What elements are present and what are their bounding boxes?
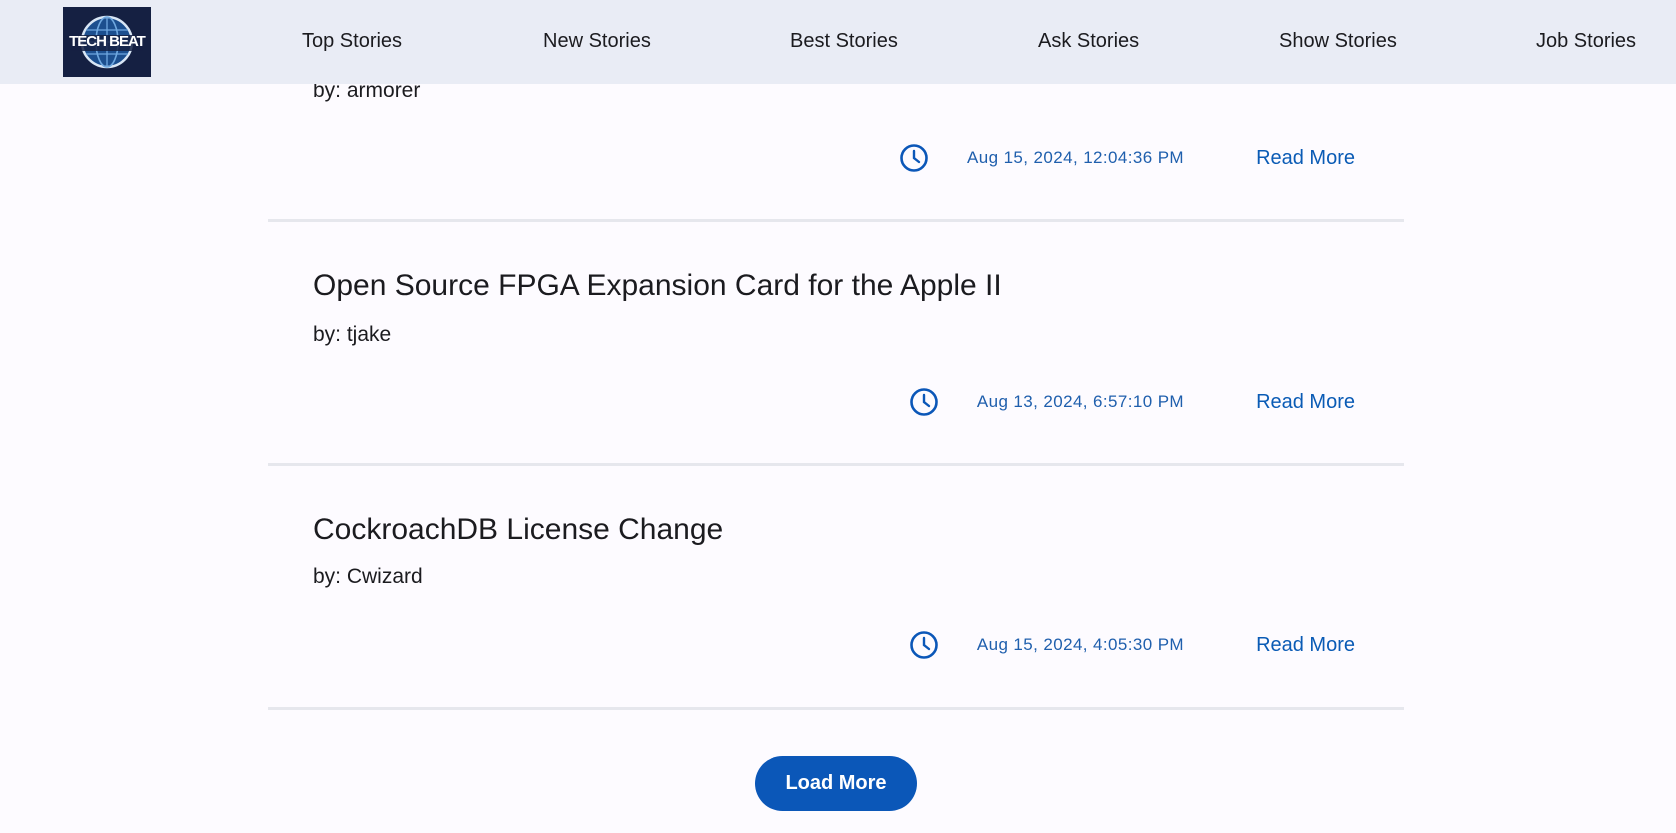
- story-timestamp: Aug 15, 2024, 12:04:36 PM: [967, 148, 1184, 167]
- story-title[interactable]: Open Source FPGA Expansion Card for the …: [313, 267, 1002, 305]
- clock-icon: [910, 631, 938, 659]
- nav-show-stories[interactable]: Show Stories: [1279, 27, 1397, 55]
- story-meta: Aug 15, 2024, 4:05:30 PM Read More: [904, 628, 1404, 662]
- story-card: CockroachDB License Change by: Cwizard A…: [268, 466, 1404, 708]
- story-meta: Aug 15, 2024, 12:04:36 PM Read More: [900, 141, 1404, 175]
- story-title[interactable]: CockroachDB License Change: [313, 511, 723, 549]
- story-author: by: Cwizard: [313, 565, 423, 588]
- nav-job-stories[interactable]: Job Stories: [1536, 27, 1636, 55]
- nav-top-stories[interactable]: Top Stories: [302, 27, 402, 55]
- top-navbar: TECH BEAT Top Stories New Stories Best S…: [0, 0, 1676, 84]
- story-timestamp: Aug 13, 2024, 6:57:10 PM: [976, 392, 1184, 411]
- nav-new-stories[interactable]: New Stories: [543, 27, 651, 55]
- logo-text: TECH BEAT: [69, 33, 146, 50]
- story-feed: by: armorer Aug 15, 2024, 12:04:36 PM Re…: [0, 0, 1676, 833]
- nav-best-stories[interactable]: Best Stories: [790, 27, 898, 55]
- logo[interactable]: TECH BEAT: [63, 7, 151, 77]
- story-card: Open Source FPGA Expansion Card for the …: [268, 222, 1404, 464]
- read-more-link[interactable]: Read More: [1256, 388, 1355, 416]
- story-divider: [268, 707, 1404, 710]
- clock-icon: [910, 388, 938, 416]
- load-more-button[interactable]: Load More: [755, 756, 917, 811]
- read-more-link[interactable]: Read More: [1256, 144, 1355, 172]
- story-author: by: tjake: [313, 323, 392, 346]
- clock-icon: [900, 144, 928, 172]
- read-more-link[interactable]: Read More: [1256, 631, 1355, 659]
- story-meta: Aug 13, 2024, 6:57:10 PM Read More: [904, 385, 1404, 419]
- story-timestamp: Aug 15, 2024, 4:05:30 PM: [976, 635, 1184, 654]
- nav-ask-stories[interactable]: Ask Stories: [1038, 27, 1139, 55]
